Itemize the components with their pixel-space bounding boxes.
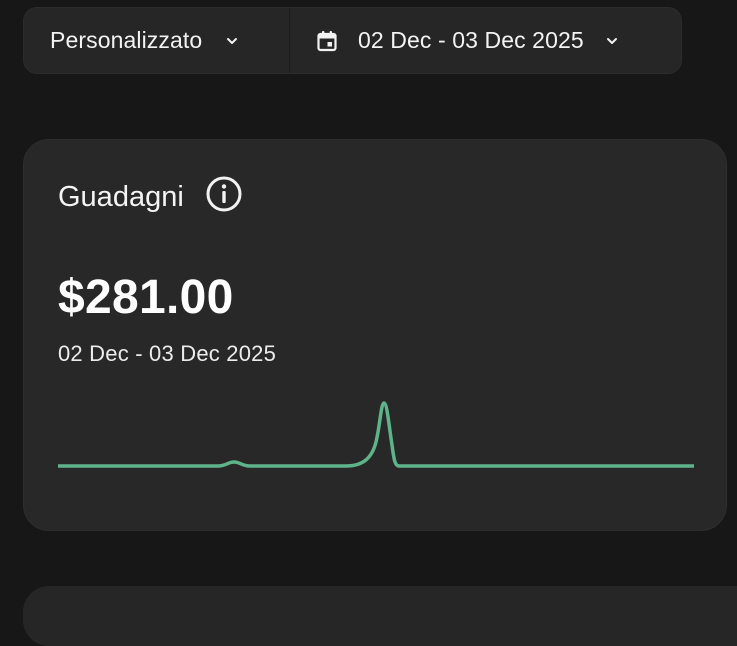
calendar-icon — [317, 30, 337, 51]
secondary-card — [23, 586, 737, 646]
date-range-label: 02 Dec - 03 Dec 2025 — [358, 27, 584, 53]
date-range-picker[interactable]: 02 Dec - 03 Dec 2025 — [290, 8, 681, 73]
earnings-date-range: 02 Dec - 03 Dec 2025 — [58, 341, 277, 366]
earnings-card-header: Guadagni — [58, 176, 244, 214]
filter-bar: Personalizzato 02 Dec - 03 Dec 2025 — [23, 7, 682, 74]
earnings-amount: $281.00 — [58, 271, 234, 324]
chevron-down-icon — [227, 37, 238, 44]
chevron-down-icon — [606, 37, 617, 44]
earnings-sparkline — [58, 401, 694, 480]
earnings-card: Guadagni $281.00 02 Dec - 03 Dec 2025 — [23, 139, 727, 531]
earnings-title: Guadagni — [58, 180, 184, 213]
info-icon[interactable] — [204, 174, 244, 214]
period-dropdown[interactable]: Personalizzato — [24, 8, 290, 73]
period-dropdown-label: Personalizzato — [50, 27, 203, 53]
sparkline-path — [58, 401, 694, 468]
